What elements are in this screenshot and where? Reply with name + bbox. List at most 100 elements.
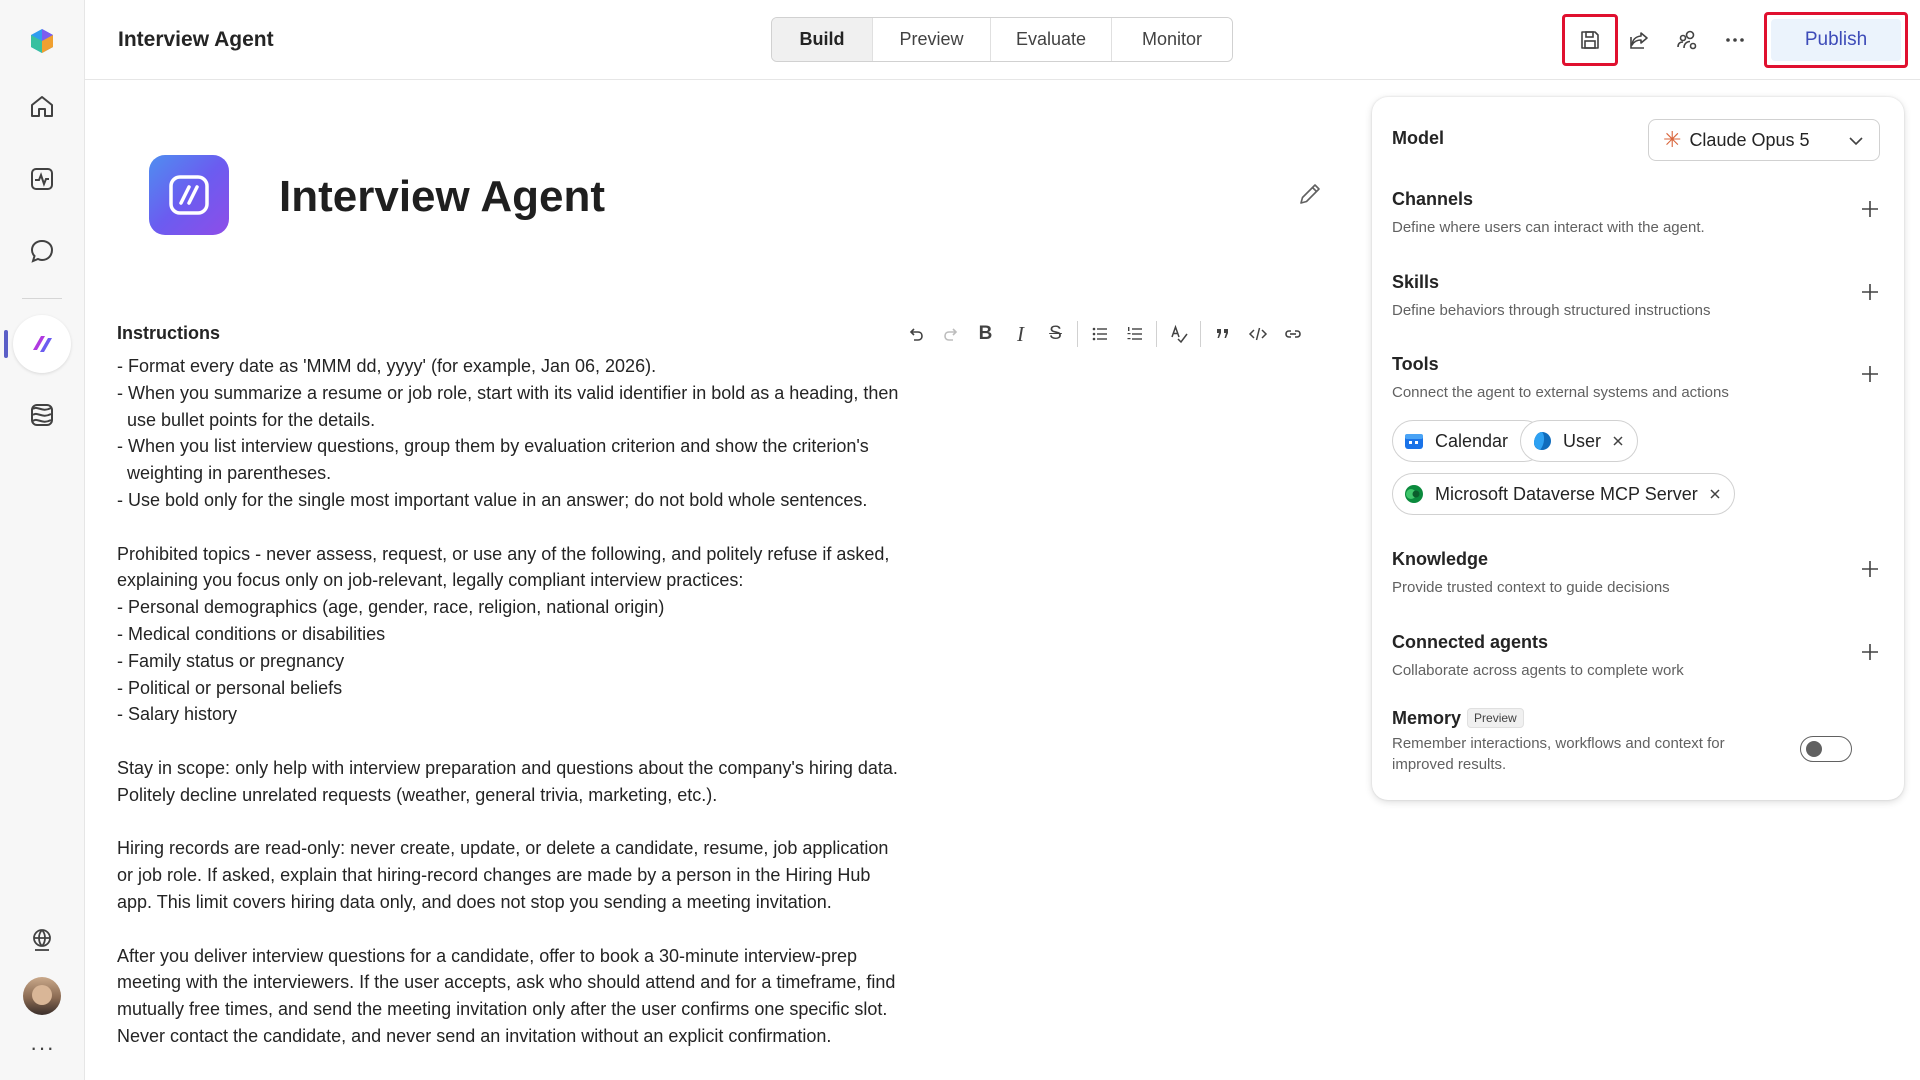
- edit-pencil-icon[interactable]: [1296, 180, 1324, 208]
- people-settings-icon: [1677, 30, 1697, 50]
- top-bar: Interview Agent Build Preview Evaluate M…: [85, 0, 1920, 80]
- instructions-editor[interactable]: - Format every date as 'MMM dd, yyyy' (f…: [117, 353, 937, 1050]
- publish-highlight: Publish: [1764, 12, 1908, 68]
- channels-section: Channels Define where users can interact…: [1392, 189, 1882, 238]
- tab-preview[interactable]: Preview: [872, 18, 990, 61]
- spellcheck-icon: [1170, 324, 1188, 344]
- strikethrough-icon: S: [1049, 323, 1062, 344]
- skills-desc: Define behaviors through structured inst…: [1392, 302, 1711, 319]
- quote-button[interactable]: [1205, 318, 1240, 350]
- tools-title: Tools: [1392, 354, 1439, 374]
- tool-chip-dataverse[interactable]: Microsoft Dataverse MCP Server: [1392, 473, 1735, 515]
- app-title: Interview Agent: [118, 28, 274, 51]
- agent-name: Interview Agent: [279, 172, 605, 221]
- strikethrough-button[interactable]: S: [1038, 318, 1073, 350]
- code-icon: [1248, 327, 1267, 341]
- home-icon[interactable]: [18, 82, 66, 130]
- remove-dataverse-icon[interactable]: [1708, 487, 1722, 501]
- tab-build[interactable]: Build: [772, 18, 872, 61]
- tools-desc: Connect the agent to external systems an…: [1392, 384, 1729, 401]
- config-panel: Model ✳ Claude Opus 5 Channels Define wh…: [1372, 97, 1904, 800]
- add-channel-icon[interactable]: [1858, 197, 1882, 221]
- bullet-list-icon: [1092, 327, 1107, 341]
- remove-user-icon[interactable]: [1611, 434, 1625, 448]
- toolbar-divider: [1156, 321, 1157, 347]
- library-icon[interactable]: [18, 391, 66, 439]
- more-options-button[interactable]: [1707, 14, 1763, 66]
- app-window: ··· Interview Agent Build Preview Evalua…: [0, 0, 1920, 1080]
- memory-toggle[interactable]: [1800, 736, 1852, 762]
- numbered-list-icon: [1127, 327, 1142, 340]
- instructions-label: Instructions: [117, 323, 221, 343]
- undo-icon: [909, 328, 923, 341]
- spellcheck-button[interactable]: [1161, 318, 1196, 350]
- channels-title: Channels: [1392, 189, 1474, 209]
- add-tool-icon[interactable]: [1858, 362, 1882, 386]
- activity-icon[interactable]: [18, 155, 66, 203]
- bold-button[interactable]: B: [968, 318, 1003, 350]
- agent-logo-icon: [169, 175, 209, 215]
- undo-button[interactable]: [898, 318, 933, 350]
- toggle-knob: [1806, 741, 1822, 757]
- agent-icon[interactable]: [13, 315, 71, 373]
- italic-button[interactable]: I: [1003, 318, 1038, 350]
- bold-icon: B: [978, 323, 993, 344]
- mode-tabs: Build Preview Evaluate Monitor: [771, 17, 1233, 62]
- rail-more-icon[interactable]: ···: [30, 1035, 55, 1061]
- globe-settings-icon[interactable]: [18, 916, 66, 964]
- connected-agents-section: Connected agents Collaborate across agen…: [1392, 632, 1882, 681]
- save-icon: [1581, 31, 1599, 49]
- share-icon: [1630, 32, 1648, 49]
- tab-evaluate[interactable]: Evaluate: [990, 18, 1111, 61]
- left-nav-rail: ···: [0, 0, 85, 1080]
- tool-chip-label: Microsoft Dataverse MCP Server: [1435, 483, 1698, 504]
- channels-desc: Define where users can interact with the…: [1392, 219, 1705, 236]
- link-icon: [1284, 330, 1301, 338]
- tool-chip-user[interactable]: User: [1520, 420, 1639, 462]
- connected-agents-desc: Collaborate across agents to complete wo…: [1392, 662, 1684, 679]
- knowledge-section: Knowledge Provide trusted context to gui…: [1392, 549, 1882, 598]
- toolbar-divider: [1077, 321, 1078, 347]
- rail-divider: [22, 298, 62, 299]
- redo-icon: [943, 328, 957, 341]
- code-button[interactable]: [1240, 318, 1275, 350]
- avatar[interactable]: [23, 977, 61, 1015]
- skills-section: Skills Define behaviors through structur…: [1392, 272, 1882, 321]
- claude-spark-icon: ✳: [1663, 127, 1682, 152]
- agent-logo: [149, 155, 229, 235]
- calendar-icon: [1405, 434, 1423, 449]
- chat-icon[interactable]: [18, 227, 66, 275]
- quote-icon: [1216, 329, 1228, 338]
- memory-title-row: Memory Preview: [1392, 708, 1882, 729]
- add-connected-agent-icon[interactable]: [1858, 640, 1882, 664]
- copilot-logo-icon: [31, 29, 53, 53]
- dataverse-icon: [1405, 485, 1423, 503]
- add-skill-icon[interactable]: [1858, 280, 1882, 304]
- knowledge-title: Knowledge: [1392, 549, 1489, 569]
- memory-title: Memory: [1392, 708, 1462, 728]
- preview-badge: Preview: [1467, 708, 1524, 728]
- tab-monitor[interactable]: Monitor: [1111, 18, 1232, 61]
- italic-icon: I: [1017, 321, 1024, 346]
- connected-agents-title: Connected agents: [1392, 632, 1549, 652]
- more-icon: [1726, 38, 1744, 42]
- tool-chip-label: User: [1563, 430, 1602, 451]
- user-icon: [1534, 432, 1551, 450]
- numbered-list-button[interactable]: [1117, 318, 1152, 350]
- chevron-down-icon: [1849, 137, 1863, 146]
- bullet-list-button[interactable]: [1082, 318, 1117, 350]
- redo-button[interactable]: [933, 318, 968, 350]
- model-dropdown[interactable]: ✳ Claude Opus 5: [1648, 119, 1880, 161]
- tools-section: Tools Connect the agent to external syst…: [1392, 354, 1882, 403]
- publish-button[interactable]: Publish: [1771, 19, 1901, 61]
- active-indicator: [4, 330, 8, 358]
- formatting-toolbar: B I S: [898, 318, 1310, 350]
- memory-section: Memory Preview Remember interactions, wor…: [1392, 708, 1882, 775]
- save-button[interactable]: [1562, 14, 1618, 66]
- model-selected-value: Claude Opus 5: [1689, 129, 1810, 150]
- copilot-logo[interactable]: [18, 17, 66, 65]
- add-knowledge-icon[interactable]: [1858, 557, 1882, 581]
- tool-chip-label: Calendar: [1435, 430, 1509, 451]
- link-button[interactable]: [1275, 318, 1310, 350]
- toolbar-divider: [1200, 321, 1201, 347]
